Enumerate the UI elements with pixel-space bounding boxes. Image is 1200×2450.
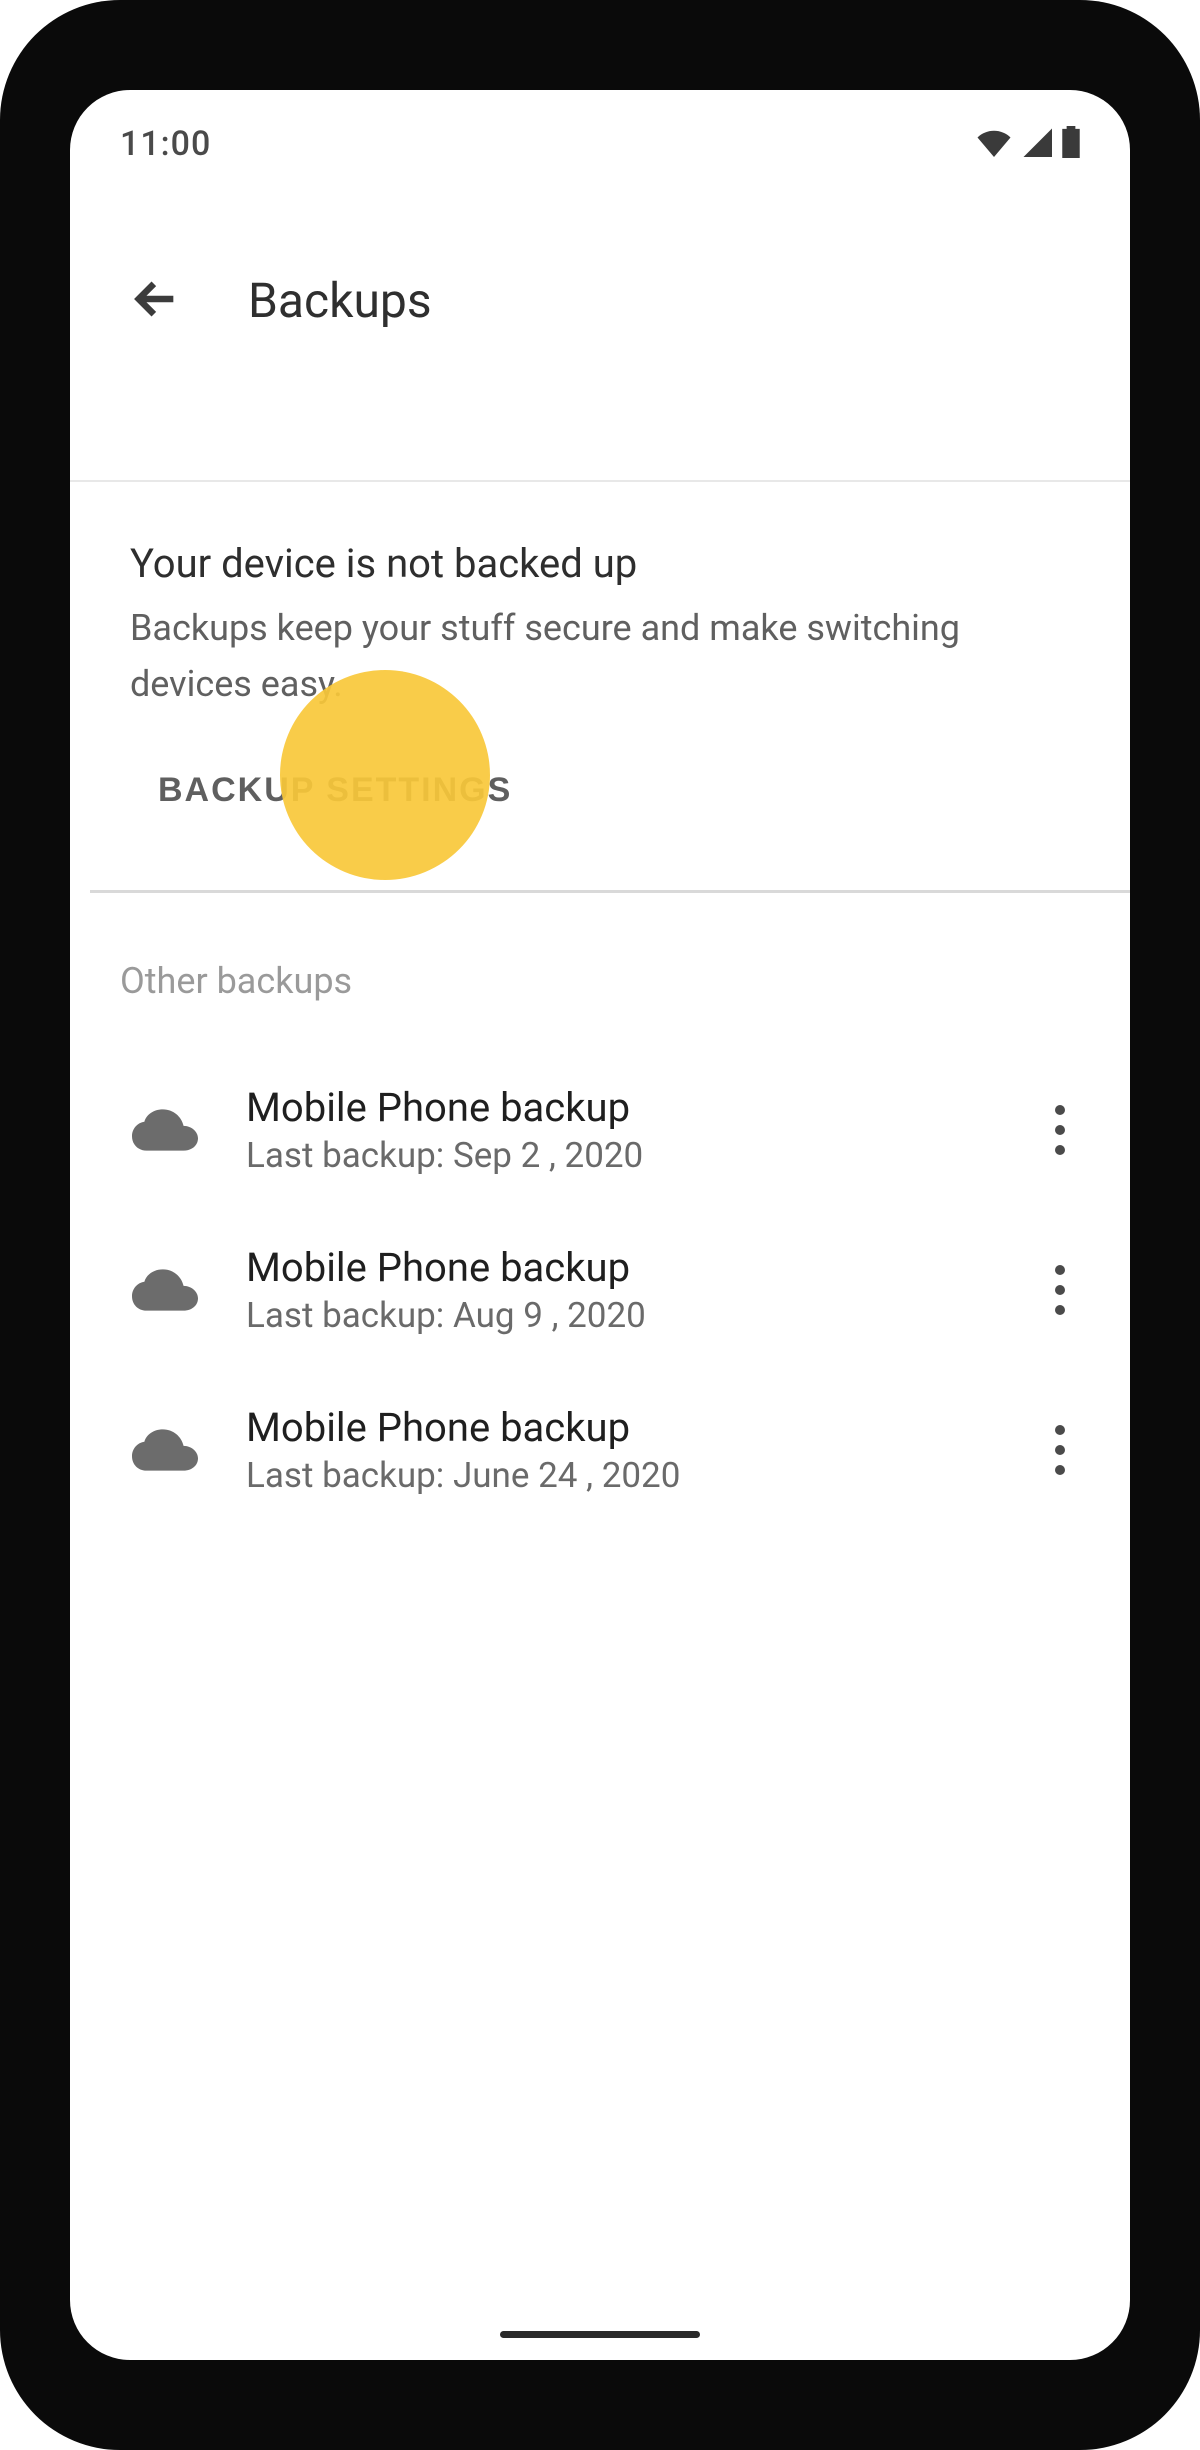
status-bar: 11:00 bbox=[70, 114, 1130, 174]
more-options-button[interactable] bbox=[1030, 1090, 1090, 1170]
warning-subtitle: Backups keep your stuff secure and make … bbox=[130, 601, 1070, 713]
backup-title: Mobile Phone backup bbox=[246, 1244, 984, 1291]
backup-row[interactable]: Mobile Phone backup Last backup: Aug 9 ,… bbox=[70, 1210, 1130, 1370]
frame-side-button bbox=[1196, 740, 1200, 860]
backup-subtitle: Last backup: Aug 9 , 2020 bbox=[246, 1295, 984, 1336]
frame-side-button bbox=[1196, 1100, 1200, 1220]
backup-list: Mobile Phone backup Last backup: Sep 2 ,… bbox=[70, 1050, 1130, 1530]
arrow-left-icon bbox=[130, 273, 182, 328]
backup-row-text: Mobile Phone backup Last backup: Aug 9 ,… bbox=[246, 1244, 984, 1336]
status-time: 11:00 bbox=[120, 124, 211, 164]
cloud-icon bbox=[130, 1095, 200, 1165]
backup-title: Mobile Phone backup bbox=[246, 1404, 984, 1451]
wifi-icon bbox=[976, 127, 1012, 161]
more-vertical-icon bbox=[1055, 1425, 1065, 1475]
backup-row[interactable]: Mobile Phone backup Last backup: Sep 2 ,… bbox=[70, 1050, 1130, 1210]
cloud-icon bbox=[130, 1255, 200, 1325]
warning-title: Your device is not backed up bbox=[130, 540, 1070, 587]
home-indicator[interactable] bbox=[500, 2331, 700, 2338]
screen: 11:00 Backups Yo bbox=[70, 90, 1130, 2360]
backup-title: Mobile Phone backup bbox=[246, 1084, 984, 1131]
backup-row-text: Mobile Phone backup Last backup: June 24… bbox=[246, 1404, 984, 1496]
back-button[interactable] bbox=[120, 264, 192, 336]
divider bbox=[90, 890, 1130, 893]
device-frame: 11:00 Backups Yo bbox=[0, 0, 1200, 2450]
backup-subtitle: Last backup: Sep 2 , 2020 bbox=[246, 1135, 984, 1176]
backup-row[interactable]: Mobile Phone backup Last backup: June 24… bbox=[70, 1370, 1130, 1530]
backup-row-text: Mobile Phone backup Last backup: Sep 2 ,… bbox=[246, 1084, 984, 1176]
section-header-other-backups: Other backups bbox=[120, 960, 352, 1002]
more-options-button[interactable] bbox=[1030, 1250, 1090, 1330]
frame-side-button bbox=[1196, 560, 1200, 680]
status-icons bbox=[976, 126, 1080, 162]
backup-subtitle: Last backup: June 24 , 2020 bbox=[246, 1455, 984, 1496]
divider bbox=[70, 480, 1130, 482]
cellular-icon bbox=[1022, 127, 1052, 161]
cloud-icon bbox=[130, 1415, 200, 1485]
page-title: Backups bbox=[248, 272, 432, 329]
backup-settings-button[interactable]: BACKUP SETTINGS bbox=[154, 761, 516, 820]
app-bar: Backups bbox=[70, 240, 1130, 360]
battery-icon bbox=[1062, 126, 1080, 162]
backup-warning-block: Your device is not backed up Backups kee… bbox=[70, 520, 1130, 860]
more-vertical-icon bbox=[1055, 1265, 1065, 1315]
more-options-button[interactable] bbox=[1030, 1410, 1090, 1490]
more-vertical-icon bbox=[1055, 1105, 1065, 1155]
